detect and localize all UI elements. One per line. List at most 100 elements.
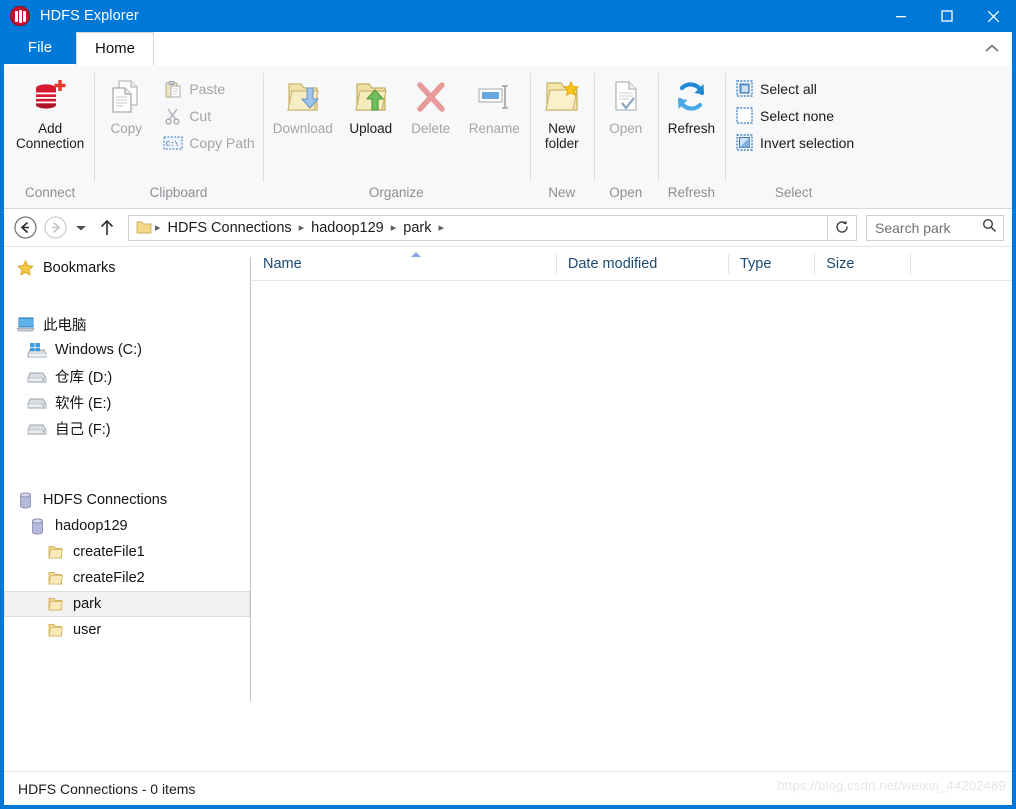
sidebar-item-drive-f[interactable]: 自己 (F:) bbox=[4, 415, 250, 441]
copy-path-icon: C:\ bbox=[162, 133, 184, 153]
breadcrumb-separator-1[interactable]: ▸ bbox=[298, 216, 306, 240]
column-header-size[interactable]: Size bbox=[814, 247, 910, 281]
ribbon-tabstrip: File Home bbox=[4, 31, 1012, 65]
sidebar-item-drive-c[interactable]: Windows (C:) bbox=[4, 337, 250, 363]
column-header-date-modified[interactable]: Date modified bbox=[555, 247, 728, 281]
column-header-name[interactable]: Name bbox=[251, 247, 556, 281]
tab-file[interactable]: File bbox=[4, 31, 76, 64]
new-folder-label-line1: New bbox=[548, 121, 576, 136]
breadcrumb-item-park[interactable]: park bbox=[397, 216, 437, 240]
sidebar-item-drive-d[interactable]: 仓库 (D:) bbox=[4, 363, 250, 389]
drive-icon bbox=[26, 366, 48, 386]
ribbon-group-label-select: Select bbox=[774, 185, 813, 200]
delete-button[interactable]: Delete bbox=[401, 73, 461, 136]
new-folder-button[interactable]: New folder bbox=[532, 73, 592, 151]
sidebar-item-user[interactable]: user bbox=[4, 617, 250, 643]
sort-ascending-icon bbox=[411, 251, 421, 257]
rename-button[interactable]: Rename bbox=[461, 73, 528, 136]
invert-selection-icon bbox=[733, 133, 755, 153]
ribbon-group-select: Select all Select none Invert selection … bbox=[725, 65, 862, 208]
sidebar-item-createfile1[interactable]: createFile1 bbox=[4, 539, 250, 565]
breadcrumb[interactable]: ▸ HDFS Connections ▸ hadoop129 ▸ park ▸ bbox=[128, 214, 828, 241]
ribbon-group-clipboard: Copy Paste Cut C:\ Copy Path Clipboard bbox=[94, 65, 262, 208]
rename-icon bbox=[473, 76, 515, 118]
select-none-label: Select none bbox=[760, 107, 834, 124]
delete-label: Delete bbox=[411, 121, 451, 136]
sidebar-item-this-pc[interactable]: 此电脑 bbox=[4, 311, 250, 337]
file-list-empty-area[interactable] bbox=[251, 281, 1012, 771]
chevron-up-icon[interactable] bbox=[978, 36, 1006, 60]
refresh-icon bbox=[670, 76, 712, 118]
add-connection-icon bbox=[29, 76, 71, 118]
refresh-button[interactable]: Refresh bbox=[660, 73, 723, 136]
sidebar-item-label-drive-d: 仓库 (D:) bbox=[55, 369, 113, 386]
copy-icon bbox=[105, 76, 147, 118]
sidebar-item-label-this-pc: 此电脑 bbox=[43, 317, 87, 334]
paste-button[interactable]: Paste bbox=[156, 75, 260, 102]
sidebar-item-label-hdfs-connections: HDFS Connections bbox=[43, 492, 168, 508]
select-none-button[interactable]: Select none bbox=[727, 102, 860, 129]
sidebar-item-drive-e[interactable]: 软件 (E:) bbox=[4, 389, 250, 415]
watermark-text: https://blog.csdn.net/weixin_44202489 bbox=[777, 778, 1006, 793]
sidebar-item-hdfs-connections[interactable]: HDFS Connections bbox=[4, 487, 250, 513]
svg-text:C:\: C:\ bbox=[166, 141, 179, 149]
add-connection-button[interactable]: Add Connection bbox=[8, 73, 92, 151]
invert-selection-button[interactable]: Invert selection bbox=[727, 129, 860, 156]
sidebar-item-park[interactable]: park bbox=[4, 591, 250, 617]
forward-arrow-icon bbox=[40, 213, 70, 243]
upload-label: Upload bbox=[349, 121, 393, 136]
cut-button[interactable]: Cut bbox=[156, 102, 260, 129]
breadcrumb-item-hdfs-connections[interactable]: HDFS Connections bbox=[162, 216, 298, 240]
breadcrumb-separator-3[interactable]: ▸ bbox=[438, 216, 446, 240]
refresh-address-icon[interactable] bbox=[828, 214, 857, 241]
clipboard-small-buttons: Paste Cut C:\ Copy Path bbox=[156, 73, 260, 156]
sidebar-item-hadoop129[interactable]: hadoop129 bbox=[4, 513, 250, 539]
ribbon-group-open: Open Open bbox=[593, 65, 658, 208]
close-icon[interactable] bbox=[970, 0, 1016, 32]
upload-button[interactable]: Upload bbox=[341, 73, 401, 136]
ribbon-group-label-connect: Connect bbox=[25, 185, 76, 200]
search-input[interactable]: Search park bbox=[866, 214, 1004, 241]
navigation-sidebar: Bookmarks 此电脑 Windows (C:) 仓库 (D:) 软件 (E… bbox=[4, 247, 250, 771]
status-bar: HDFS Connections - 0 items https://blog.… bbox=[4, 771, 1012, 805]
sidebar-item-label-drive-c: Windows (C:) bbox=[55, 342, 143, 358]
title-bar: HDFS Explorer bbox=[0, 0, 1016, 32]
sidebar-item-createfile2[interactable]: createFile2 bbox=[4, 565, 250, 591]
column-header-spacer[interactable] bbox=[910, 247, 1012, 281]
chevron-down-icon[interactable] bbox=[70, 213, 92, 243]
download-label: Download bbox=[272, 121, 333, 136]
sidebar-item-bookmarks[interactable]: Bookmarks bbox=[4, 255, 250, 281]
breadcrumb-separator-0: ▸ bbox=[155, 221, 161, 234]
new-folder-icon bbox=[541, 76, 583, 118]
cut-label: Cut bbox=[189, 107, 212, 124]
folder-icon bbox=[44, 568, 66, 588]
sidebar-item-label-drive-e: 软件 (E:) bbox=[55, 395, 112, 412]
folder-icon bbox=[44, 594, 66, 614]
select-all-icon bbox=[733, 79, 755, 99]
download-button[interactable]: Download bbox=[265, 73, 341, 136]
download-folder-icon bbox=[282, 76, 324, 118]
copy-path-button[interactable]: C:\ Copy Path bbox=[156, 129, 260, 156]
select-all-button[interactable]: Select all bbox=[727, 75, 860, 102]
upload-folder-icon bbox=[350, 76, 392, 118]
breadcrumb-item-hadoop129[interactable]: hadoop129 bbox=[305, 216, 390, 240]
search-placeholder: Search park bbox=[875, 219, 951, 236]
window-title: HDFS Explorer bbox=[40, 8, 139, 24]
main-body: Bookmarks 此电脑 Windows (C:) 仓库 (D:) 软件 (E… bbox=[4, 247, 1012, 771]
windows-drive-icon bbox=[26, 340, 48, 360]
copy-button[interactable]: Copy bbox=[96, 73, 156, 136]
sidebar-item-label-user: user bbox=[73, 622, 102, 638]
refresh-label: Refresh bbox=[667, 121, 716, 136]
search-icon[interactable] bbox=[982, 218, 997, 238]
column-header-type[interactable]: Type bbox=[728, 247, 814, 281]
drive-icon bbox=[26, 392, 48, 412]
maximize-icon[interactable] bbox=[924, 0, 970, 32]
open-button[interactable]: Open bbox=[596, 73, 656, 136]
breadcrumb-separator-2[interactable]: ▸ bbox=[390, 216, 398, 240]
back-arrow-icon[interactable] bbox=[10, 213, 40, 243]
minimize-icon[interactable] bbox=[878, 0, 924, 32]
up-arrow-icon[interactable] bbox=[92, 213, 122, 243]
ribbon-group-label-refresh: Refresh bbox=[667, 185, 716, 200]
tab-home[interactable]: Home bbox=[76, 32, 155, 65]
